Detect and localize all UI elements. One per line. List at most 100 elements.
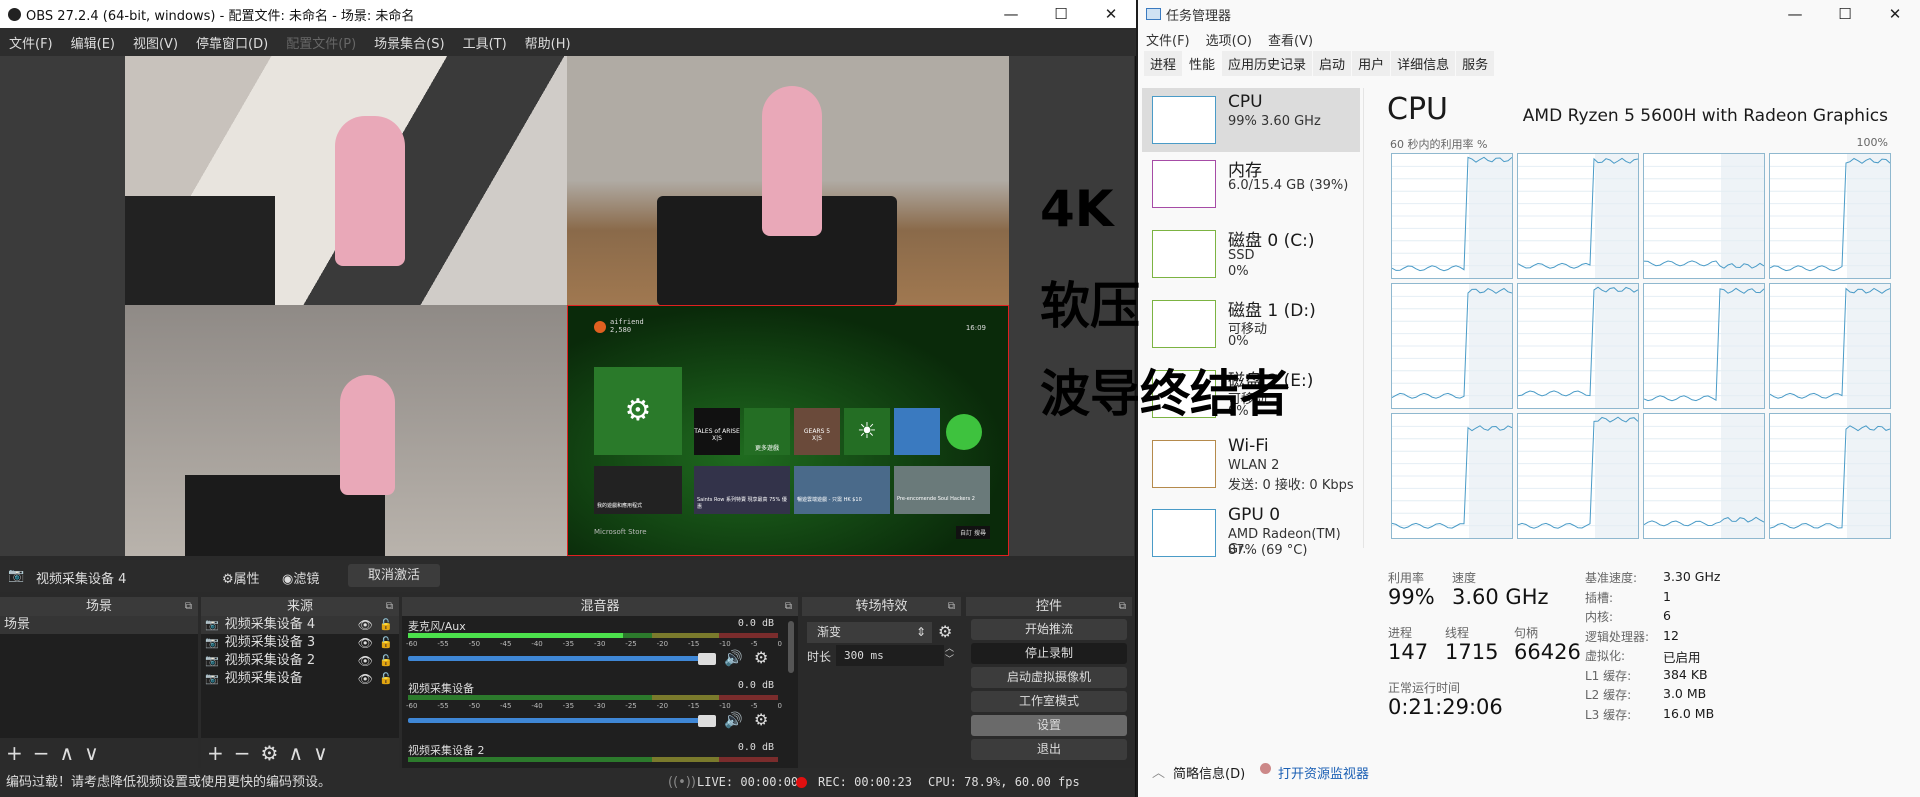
- visibility-eye-icon[interactable]: 👁: [358, 652, 373, 670]
- transition-settings-gear-icon[interactable]: ⚙: [938, 622, 952, 641]
- move-down-button[interactable]: ∨: [313, 741, 328, 765]
- source-settings-button[interactable]: ⚙: [261, 741, 279, 765]
- lock-icon[interactable]: 🔓: [379, 670, 393, 688]
- maximize-button[interactable]: ☐: [1036, 0, 1086, 28]
- open-resource-monitor-link[interactable]: 打开资源监视器: [1278, 763, 1369, 782]
- tab-processes[interactable]: 进程: [1144, 51, 1183, 76]
- lock-icon[interactable]: 🔓: [379, 616, 393, 634]
- tab-services[interactable]: 服务: [1456, 51, 1495, 76]
- volume-slider-handle[interactable]: [698, 715, 716, 727]
- scene-item[interactable]: 场景: [0, 616, 198, 634]
- tm-menu-file[interactable]: 文件(F): [1146, 30, 1190, 49]
- duration-input[interactable]: 300 ms: [836, 645, 944, 666]
- detail-label: L1 缓存:: [1585, 668, 1632, 683]
- lock-icon[interactable]: 🔓: [379, 634, 393, 652]
- tm-menu-options[interactable]: 选项(O): [1206, 30, 1252, 49]
- menu-view[interactable]: 视图(V): [124, 33, 187, 52]
- undock-icon[interactable]: ⧉: [948, 597, 955, 616]
- visibility-eye-icon[interactable]: 👁: [358, 616, 373, 634]
- maximize-button[interactable]: ☐: [1820, 0, 1870, 28]
- volume-slider[interactable]: [408, 718, 708, 723]
- core-usage-line: [1643, 154, 1765, 278]
- perf-item[interactable]: GPU 0 AMD Radeon(TM) Gr.. 87% (69 °C): [1142, 501, 1360, 565]
- cpu-core-graph: [1517, 153, 1639, 279]
- collapse-chevron-icon[interactable]: ︿: [1152, 762, 1165, 781]
- source-item[interactable]: 📷 视频采集设备 3 👁 🔓: [201, 634, 399, 652]
- menu-scene-collection[interactable]: 场景集合(S): [365, 33, 453, 52]
- undock-icon[interactable]: ⧉: [386, 597, 393, 616]
- filters-button[interactable]: ◉滤镜: [282, 568, 319, 587]
- deactivate-button[interactable]: 取消激活: [348, 564, 440, 587]
- start-streaming-button[interactable]: 开始推流: [971, 619, 1127, 640]
- minimize-button[interactable]: —: [1770, 0, 1820, 28]
- tm-menu-view[interactable]: 查看(V): [1268, 30, 1313, 49]
- perf-item[interactable]: Wi-Fi WLAN 2 发送: 0 接收: 0 Kbps: [1142, 432, 1360, 496]
- add-source-button[interactable]: +: [207, 741, 224, 765]
- studio-mode-button[interactable]: 工作室模式: [971, 691, 1127, 712]
- close-button[interactable]: ✕: [1086, 0, 1136, 28]
- minimize-button[interactable]: —: [986, 0, 1036, 28]
- gear-icon[interactable]: ⚙: [754, 648, 768, 667]
- xbox-row-tile: 我的遊戲和應用程式: [597, 503, 643, 509]
- visibility-eye-icon[interactable]: 👁: [358, 670, 373, 688]
- speaker-icon[interactable]: 🔊: [724, 711, 743, 729]
- detail-label: 虚拟化:: [1585, 649, 1626, 663]
- fewer-details-button[interactable]: 简略信息(D): [1173, 763, 1245, 782]
- gear-icon: ⚙: [222, 572, 234, 587]
- stop-recording-button[interactable]: 停止录制: [971, 643, 1127, 664]
- mixer-scrollbar[interactable]: [788, 621, 794, 673]
- tab-performance[interactable]: 性能: [1183, 51, 1222, 76]
- lock-icon[interactable]: 🔓: [379, 652, 393, 670]
- properties-button[interactable]: ⚙属性: [222, 568, 260, 587]
- remove-scene-button[interactable]: −: [33, 741, 50, 765]
- xbox-tile-tag: X|S: [812, 435, 822, 442]
- tm-titlebar: 任务管理器 — ☐ ✕: [1138, 0, 1920, 28]
- visibility-eye-icon[interactable]: 👁: [358, 634, 373, 652]
- undock-icon[interactable]: ⧉: [185, 597, 192, 616]
- add-scene-button[interactable]: +: [6, 741, 23, 765]
- core-usage-line: [1769, 414, 1891, 538]
- perf-item-name: GPU 0: [1228, 505, 1281, 525]
- menu-docks[interactable]: 停靠窗口(D): [187, 33, 277, 52]
- remove-source-button[interactable]: −: [234, 741, 251, 765]
- close-button[interactable]: ✕: [1870, 0, 1920, 28]
- tab-users[interactable]: 用户: [1352, 51, 1391, 76]
- transition-select[interactable]: 渐变 ⇕: [807, 622, 932, 643]
- move-up-button[interactable]: ∧: [60, 741, 75, 765]
- perf-item[interactable]: 内存 6.0/15.4 GB (39%): [1142, 152, 1360, 216]
- tab-app-history[interactable]: 应用历史记录: [1222, 51, 1313, 76]
- preview-canvas[interactable]: aifriend 2,580 16:09 ⚙ TALES of ARISE X|S …: [0, 56, 1134, 556]
- perf-thumbnail-graph: [1152, 230, 1216, 278]
- menu-help[interactable]: 帮助(H): [516, 33, 580, 52]
- source-item[interactable]: 📷 视频采集设备 2 👁 🔓: [201, 652, 399, 670]
- menu-tools[interactable]: 工具(T): [454, 33, 516, 52]
- mixer-channel: 麦克风/Aux 0.0 dB -60 -55 -50 -45 -40 -35 -30 -25 -20…: [402, 616, 798, 678]
- duration-stepper[interactable]: ︿ ﹀: [945, 644, 954, 666]
- settings-button[interactable]: 设置: [971, 715, 1127, 736]
- menu-edit[interactable]: 编辑(E): [62, 33, 124, 52]
- perf-item[interactable]: 磁盘 1 (D:) 可移动 0%: [1142, 292, 1360, 356]
- menu-file[interactable]: 文件(F): [0, 33, 62, 52]
- move-down-button[interactable]: ∨: [84, 741, 99, 765]
- undock-icon[interactable]: ⧉: [785, 597, 792, 616]
- exit-button[interactable]: 退出: [971, 739, 1127, 760]
- start-virtual-camera-button[interactable]: 启动虚拟摄像机: [971, 667, 1127, 688]
- speaker-icon[interactable]: 🔊: [724, 649, 743, 667]
- mixer-channel: 视频采集设备 0.0 dB -60 -55 -50 -45 -40 -35 -30 -25 -20-…: [402, 678, 798, 740]
- tab-details[interactable]: 详细信息: [1391, 51, 1456, 76]
- move-up-button[interactable]: ∧: [288, 741, 303, 765]
- perf-item[interactable]: 磁盘 0 (C:) SSD 0%: [1142, 222, 1360, 286]
- source-item[interactable]: 📷 视频采集设备 👁 🔓: [201, 670, 399, 688]
- volume-slider[interactable]: [408, 656, 708, 661]
- scale-tick: -25: [625, 702, 637, 710]
- scale-tick: -45: [499, 702, 512, 710]
- channel-name: 视频采集设备 2: [408, 744, 485, 757]
- volume-slider-handle[interactable]: [698, 653, 716, 665]
- video-feed-3: [125, 305, 567, 556]
- tab-startup[interactable]: 启动: [1313, 51, 1352, 76]
- cpu-core-graph: [1643, 413, 1765, 539]
- source-item[interactable]: 📷 视频采集设备 4 👁 🔓: [201, 616, 399, 634]
- perf-item[interactable]: CPU 99% 3.60 GHz: [1142, 88, 1360, 152]
- undock-icon[interactable]: ⧉: [1119, 597, 1126, 616]
- gear-icon[interactable]: ⚙: [754, 710, 768, 729]
